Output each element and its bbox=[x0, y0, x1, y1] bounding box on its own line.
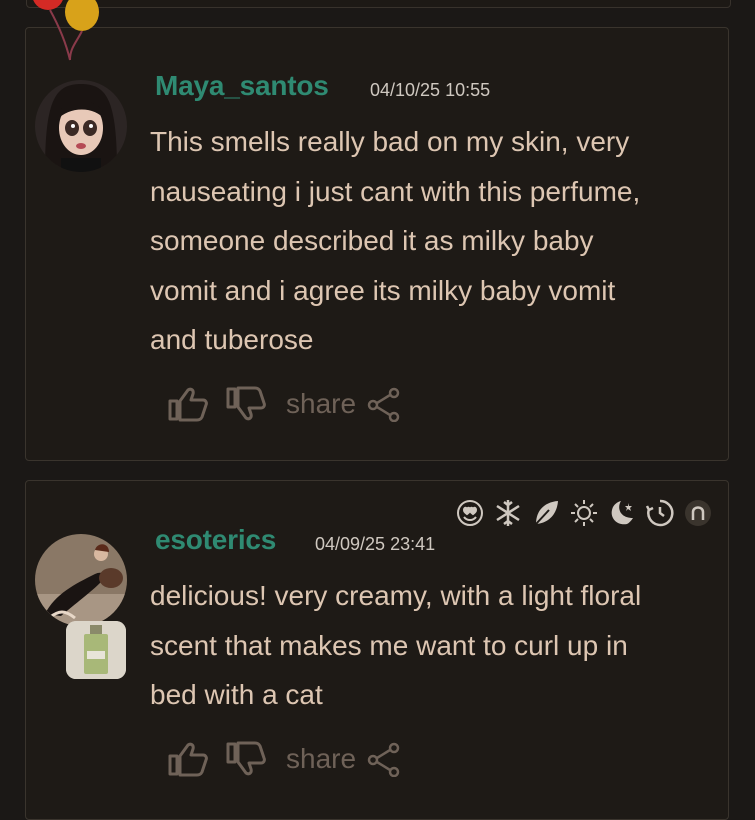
thumbs-up-icon[interactable] bbox=[168, 386, 208, 422]
comment-text: delicious! very creamy, with a light flo… bbox=[150, 571, 710, 720]
comment-line: bed with a cat bbox=[150, 679, 323, 710]
thumbs-up-icon[interactable] bbox=[168, 741, 208, 777]
thumbs-down-icon[interactable] bbox=[226, 386, 266, 422]
comment-line: scent that makes me want to curl up in bbox=[150, 629, 628, 661]
comment-line: someone described it as milky baby bbox=[150, 225, 594, 256]
comment-timestamp: 04/10/25 10:55 bbox=[370, 80, 491, 100]
share-icon[interactable] bbox=[366, 386, 402, 423]
username-link[interactable]: Maya_santos bbox=[155, 70, 329, 102]
doll-avatar[interactable] bbox=[35, 80, 127, 172]
love-icon bbox=[455, 498, 485, 528]
season-rating-icons bbox=[455, 498, 721, 528]
comment-actions: share bbox=[168, 741, 402, 778]
comment-line: This smells really bad on my skin, very bbox=[150, 126, 630, 157]
comment-text: This smells really bad on my skin, very … bbox=[150, 117, 710, 365]
previous-comment-card bbox=[26, 0, 731, 8]
winter-icon bbox=[493, 498, 523, 528]
comment-line: nauseating i just cant with this perfume… bbox=[150, 175, 641, 207]
balloons-icon bbox=[30, 0, 110, 83]
thumbs-down-icon[interactable] bbox=[226, 741, 266, 777]
share-button[interactable]: share bbox=[286, 388, 356, 420]
fall-icon bbox=[683, 498, 713, 528]
perfume-bottle-thumbnail[interactable] bbox=[66, 621, 126, 679]
share-button[interactable]: share bbox=[286, 743, 356, 775]
comment-line: vomit and i agree its milky baby vomit bbox=[150, 274, 616, 306]
person-with-cat-avatar[interactable] bbox=[35, 534, 127, 626]
summer-icon bbox=[569, 498, 599, 528]
comment-actions: share bbox=[168, 386, 402, 423]
comment-line: delicious! very creamy, with a light flo… bbox=[150, 580, 642, 611]
username-link[interactable]: esoterics bbox=[155, 524, 276, 556]
day-icon bbox=[645, 498, 675, 528]
comment-line: and tuberose bbox=[150, 324, 314, 355]
share-icon[interactable] bbox=[366, 741, 402, 778]
night-icon bbox=[607, 498, 637, 528]
comment-timestamp: 04/09/25 23:41 bbox=[315, 534, 436, 554]
spring-icon bbox=[531, 498, 561, 528]
